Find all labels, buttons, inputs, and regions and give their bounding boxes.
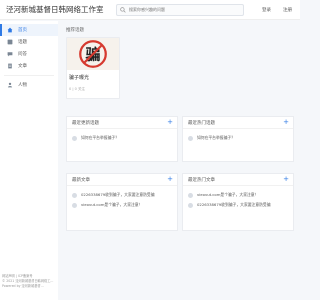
sidebar-item-people[interactable]: 人物 xyxy=(0,79,58,91)
sidebar: 首页 话题 问答 文章 人物 xyxy=(0,21,58,300)
search-box[interactable] xyxy=(116,3,244,16)
post-meta: 0 | 0 关注 xyxy=(69,87,85,91)
sidebar-item-label: 文章 xyxy=(18,64,27,69)
recent-updated-topics-panel: 最近更新话题 + 如何在平台举报骗子？ xyxy=(66,116,178,162)
topic-icon xyxy=(7,39,13,45)
sidebar-item-topic[interactable]: 话题 xyxy=(0,36,58,48)
list-item-text[interactable]: 0226338679收到骗子，大家要注意防受骗 xyxy=(81,192,155,198)
sidebar-divider xyxy=(4,75,54,76)
list-item[interactable]: vieovut.com是个骗子，大家注意！ xyxy=(67,200,177,210)
recent-hot-articles-panel: 最近热门文章 + vieovut.com是个骗子，大家注意！ 022633867… xyxy=(182,173,294,231)
list-item-text[interactable]: vieovut.com是个骗子，大家注意！ xyxy=(197,192,258,198)
qa-icon xyxy=(7,52,13,57)
list-item[interactable]: 如何在平台举报骗子？ xyxy=(67,133,177,143)
search-icon xyxy=(120,6,126,13)
panel-title: 最近热门话题 xyxy=(188,120,215,126)
panel-header: 最近更新话题 + xyxy=(67,117,177,129)
recent-hot-topics-panel: 最近热门话题 + 如何在平台举报骗子？ xyxy=(182,116,294,162)
avatar xyxy=(72,192,77,198)
list-item-text[interactable]: 如何在平台举报骗子？ xyxy=(81,135,119,141)
sidebar-item-label: 话题 xyxy=(18,40,27,45)
list-item-text[interactable]: vieovut.com是个骗子，大家注意！ xyxy=(81,202,142,208)
search-input[interactable] xyxy=(129,7,239,12)
list-item[interactable]: 0226338679收到骗子，大家要注意防受骗 xyxy=(183,200,293,210)
site-title[interactable]: 泾河新城基督日韩网络工作室 xyxy=(0,4,106,15)
panel-title: 最近更新话题 xyxy=(72,120,99,126)
list-item-text[interactable]: 如何在平台举报骗子？ xyxy=(197,135,235,141)
sidebar-item-qa[interactable]: 问答 xyxy=(0,48,58,60)
add-icon[interactable]: + xyxy=(283,176,289,183)
people-icon xyxy=(7,82,13,88)
add-icon[interactable]: + xyxy=(167,176,173,183)
panel-title: 最近热门文章 xyxy=(188,177,215,183)
sidebar-item-article[interactable]: 文章 xyxy=(0,60,58,72)
list-item[interactable]: vieovut.com是个骗子，大家注意！ xyxy=(183,190,293,200)
post-thumbnail: 骗 xyxy=(67,38,119,70)
scam-stamp-icon: 骗 xyxy=(79,40,107,68)
sidebar-item-label: 首页 xyxy=(18,28,27,33)
article-icon xyxy=(8,63,12,69)
home-icon xyxy=(7,27,13,33)
avatar xyxy=(188,202,193,208)
avatar xyxy=(72,135,77,141)
list-item[interactable]: 如何在平台举报骗子？ xyxy=(183,133,293,143)
sidebar-item-label: 问答 xyxy=(18,52,27,57)
sidebar-item-home[interactable]: 首页 xyxy=(0,24,58,36)
list-item-text[interactable]: 0226338679收到骗子，大家要注意防受骗 xyxy=(197,202,271,208)
panel-title: 最新文章 xyxy=(72,177,90,183)
footer: 网站声明 | ICP备案号 © 2021 泾河新城基督日韩网络工... Powe… xyxy=(2,274,62,289)
footer-line[interactable]: Powered by 泾河新城基督... xyxy=(2,284,62,289)
avatar xyxy=(72,202,77,208)
panel-header: 最近热门话题 + xyxy=(183,117,293,129)
post-title[interactable]: 骗子曝光 xyxy=(67,70,119,81)
add-icon[interactable]: + xyxy=(167,119,173,126)
post-card[interactable]: 骗 骗子曝光 0 | 0 关注 xyxy=(66,37,120,99)
register-button[interactable]: 注册 xyxy=(283,7,292,13)
top-bar: 泾河新城基督日韩网络工作室 登录 注册 xyxy=(0,0,300,20)
recommended-title: 推荐话题 xyxy=(66,28,84,33)
list-item[interactable]: 0226338679收到骗子，大家要注意防受骗 xyxy=(67,190,177,200)
avatar xyxy=(188,135,193,141)
latest-articles-panel: 最新文章 + 0226338679收到骗子，大家要注意防受骗 vieovut.c… xyxy=(66,173,178,231)
sidebar-item-label: 人物 xyxy=(18,83,27,88)
add-icon[interactable]: + xyxy=(283,119,289,126)
login-button[interactable]: 登录 xyxy=(262,7,271,13)
panel-header: 最新文章 + xyxy=(67,174,177,186)
panel-header: 最近热门文章 + xyxy=(183,174,293,186)
avatar xyxy=(188,192,193,198)
